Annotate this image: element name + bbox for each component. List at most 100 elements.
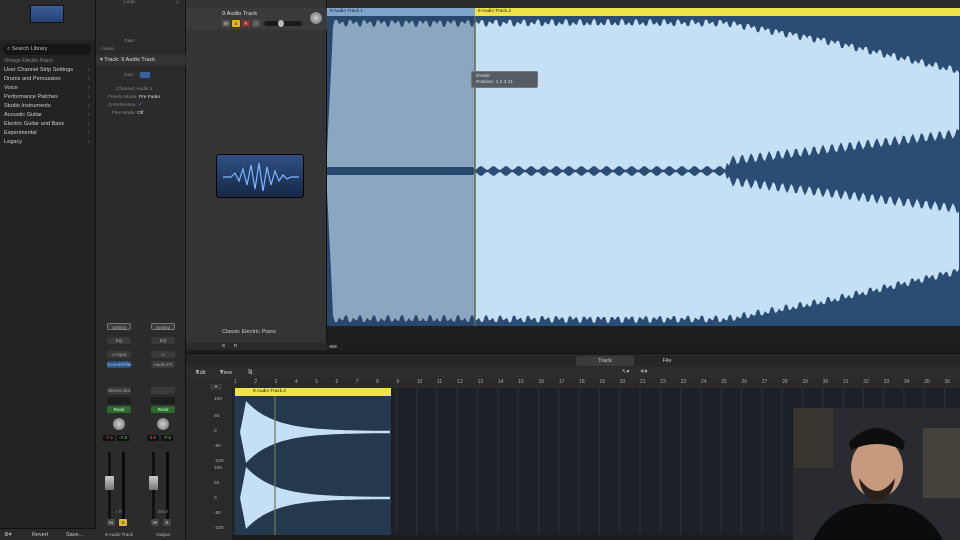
top-scroll-area [327,326,960,350]
eq-button[interactable]: EQ [107,337,131,344]
ruler-bar-number: 22 [660,379,666,385]
region-inspector-toggle-icon[interactable]: ▾ [210,384,222,390]
ruler-bar-number: 18 [579,379,585,385]
library-category-item[interactable]: Studio Instruments [0,102,96,111]
loop-checkbox[interactable]: □ [176,1,179,6]
top-scrollbar-thumb[interactable] [329,345,337,348]
library-category-list: User Channel Strip SettingsDrums and Per… [0,66,96,147]
ruler-bar-number: 14 [497,379,504,385]
output-button[interactable]: Stereo Out [107,387,131,394]
insert-slot[interactable]: Audio FX [151,361,175,368]
search-placeholder: Search Library [11,46,48,52]
revert-button[interactable]: Revert [32,529,48,540]
volume-slider-thumb[interactable] [278,20,284,27]
tab-file[interactable]: File [638,356,696,366]
send-slot[interactable] [151,397,175,404]
flex-mode[interactable]: Flex Mode: Off [112,111,143,116]
audio-track-editor[interactable]: 9 Audio Track.1 9 Audio Track.2 [327,8,960,326]
bypass-button[interactable]: B [222,343,225,348]
save-button[interactable]: Save... [66,529,83,540]
inspector-panel: Loop: □ Gain: › More ▾ Track: 9 Audio Tr… [96,0,186,540]
volume-fader[interactable] [105,476,114,490]
ruler-bar-number: 9 [396,379,400,385]
scale-label: 100 [214,397,223,402]
library-category-item[interactable]: Legacy [0,138,96,147]
ruler-bar-number: 25 [721,379,727,385]
edit-menu[interactable]: Edit ▾ [196,368,206,377]
editor-left-column: ▾ [186,378,232,540]
ruler-bar-number: 15 [518,379,524,385]
strip-name: 9 Audio Track [105,532,133,537]
library-category-item[interactable]: Acoustic Guitar [0,111,96,120]
top-waveform [327,16,959,326]
track-header-row[interactable]: 9 Audio Track M S R I [186,8,327,30]
bottom-region-title[interactable]: 9 Audio Track.2 [235,388,391,396]
pan-knob[interactable] [310,12,322,24]
send-slot[interactable] [107,397,131,404]
input-monitor-button[interactable]: I [252,20,260,27]
pointer-tool-icon[interactable]: ↖▾ [622,368,630,377]
region-1-title[interactable]: 9 Audio Track.1 [327,8,475,16]
track-header: 9 Audio Track M S R I Classic Electric P… [186,0,327,350]
input-button[interactable]: ∞ Input [107,351,131,358]
region-2-title[interactable]: 9 Audio Track.2 [475,8,960,16]
solo-button[interactable]: S [232,20,240,27]
strip-mute-button[interactable]: M [107,519,115,526]
secondary-tool-icon[interactable]: ✛▾ [640,368,648,377]
setting-button[interactable]: Setting [107,323,131,330]
record-enable-button[interactable]: R [242,20,250,27]
tab-track[interactable]: Track [576,356,634,366]
ruler-bar-number: 34 [903,379,910,385]
ruler-bar-number: 3 [274,379,278,385]
library-category-item[interactable]: Electric Guitar and Bass [0,120,96,129]
eq-button[interactable]: EQ [151,337,175,344]
strip-solo-button[interactable]: S [163,519,171,526]
library-search-input[interactable]: ⌕ Search Library [3,44,91,55]
catch-playhead-icon[interactable]: ⧎ [248,368,253,377]
input-button[interactable]: ∞ [151,351,175,358]
insert-slot[interactable]: SoundShifte [107,361,132,368]
peak-readout: -7.2 [161,435,173,441]
track-inspector-header[interactable]: ▾ Track: 9 Audio Track [96,55,186,65]
gear-icon[interactable]: ⚙▾ [4,529,12,540]
track-volume-slider[interactable] [264,20,302,27]
strip-mute-button[interactable]: M [151,519,159,526]
view-menu[interactable]: View ▾ [220,368,232,377]
automation-mode-button[interactable]: Read [107,406,131,413]
library-category-item[interactable]: Experimental [0,129,96,138]
bottom-ruler[interactable]: 1 2 3 4 5 6 7 8 9 10 11 12 13 14 15 16 17 18 19 20 21 22 23 24 2… [232,378,960,388]
channel-value: Audio 1 [136,87,153,92]
library-patch-icon[interactable] [30,5,64,23]
output-button[interactable] [151,387,175,394]
pan-knob[interactable] [157,418,169,430]
ruler-bar-number: 27 [761,379,768,385]
library-category-item[interactable]: Voice [0,84,96,93]
io-right-label: Bnce [157,509,169,514]
strip-name: Output [156,532,170,537]
strip-solo-button[interactable]: S [119,519,127,526]
pan-knob[interactable] [113,418,125,430]
channel-label-text: Channel: [116,87,136,92]
q-reference[interactable]: Q-Reference: ✓ [108,103,142,108]
scale-label: -50 [214,444,221,449]
read-button[interactable]: R [234,343,237,348]
mute-button[interactable]: M [222,20,230,27]
waveform-icon [223,162,299,192]
library-category-item[interactable]: User Channel Strip Settings [0,66,96,75]
divide-tooltip: Divide: Position: 1 2 3 41 [471,71,538,88]
track-inspector-title: Track: 9 Audio Track [104,57,156,63]
library-category-item[interactable]: Performance Patches [0,93,96,102]
volume-fader[interactable] [149,476,158,490]
ruler-bar-number: 4 [294,379,298,385]
freeze-mode[interactable]: Freeze Mode: Pre Fader [108,95,160,100]
library-category-item[interactable]: Drums and Percussion [0,75,96,84]
gain-label: Gain: [124,39,136,44]
scale-label: -100 [214,526,224,531]
automation-mode-button[interactable]: Read [151,406,175,413]
more-disclosure[interactable]: › More [100,47,114,52]
scale-label: -50 [214,511,221,516]
scale-label: 100 [214,466,223,471]
setting-button[interactable]: Setting [151,323,175,330]
library-preset-name: Vintage Electric Piano [4,58,53,64]
track-icon-selector[interactable] [140,72,150,78]
